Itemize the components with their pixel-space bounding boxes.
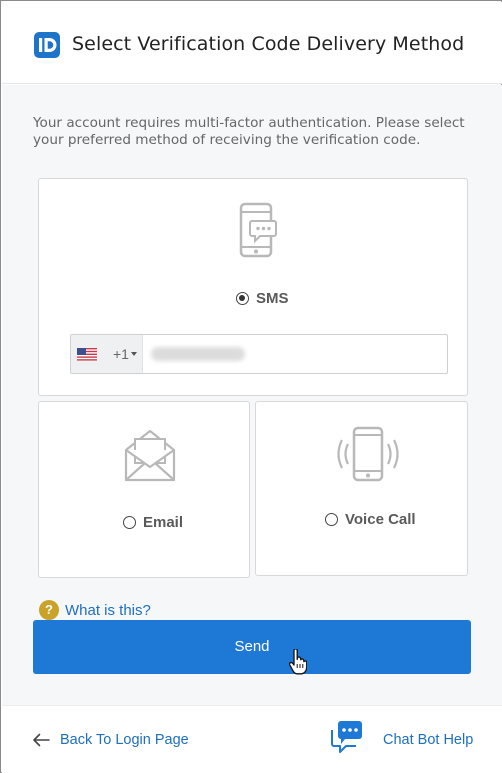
back-to-login-link[interactable]: Back To Login Page: [32, 732, 189, 748]
help-row: ? What is this?: [39, 600, 151, 620]
sms-radio[interactable]: [236, 292, 249, 305]
email-label: Email: [143, 514, 184, 531]
main-content: Your account requires multi-factor authe…: [2, 85, 502, 705]
page-title: Select Verification Code Delivery Method: [72, 33, 465, 55]
voice-call-radio-option[interactable]: Voice Call: [325, 511, 416, 528]
chat-bubble-icon: [331, 721, 362, 753]
email-radio[interactable]: [123, 516, 136, 529]
window-frame: Select Verification Code Delivery Method…: [0, 0, 502, 773]
send-button[interactable]: Send: [33, 620, 471, 674]
sms-label: SMS: [256, 290, 289, 307]
sms-option-card[interactable]: SMS +1: [38, 178, 468, 396]
voice-call-option-card[interactable]: Voice Call: [255, 401, 468, 576]
chevron-down-icon: [131, 352, 137, 356]
phone-number-field[interactable]: +1: [70, 334, 448, 374]
phone-ringing-icon: [337, 426, 399, 482]
intro-text: Your account requires multi-factor authe…: [33, 115, 465, 148]
sms-radio-option[interactable]: SMS: [236, 290, 289, 307]
question-icon: ?: [39, 600, 59, 620]
country-code-select[interactable]: +1: [71, 335, 143, 373]
voice-call-label: Voice Call: [345, 511, 416, 528]
footer: Back To Login Page Chat Bot Help: [2, 705, 502, 773]
header: Select Verification Code Delivery Method: [2, 2, 502, 84]
hand-cursor-icon: [289, 649, 307, 675]
email-radio-option[interactable]: Email: [123, 514, 183, 531]
arrow-left-icon: [33, 733, 50, 747]
envelope-icon: [124, 429, 176, 482]
what-is-this-link[interactable]: What is this?: [65, 602, 151, 619]
email-option-card[interactable]: Email: [38, 401, 250, 578]
back-to-login-label: Back To Login Page: [60, 732, 189, 748]
id-logo-icon: [34, 32, 60, 58]
us-flag-icon: [77, 348, 97, 361]
chat-bot-help-label: Chat Bot Help: [383, 732, 474, 748]
dial-code: +1: [113, 346, 129, 362]
phone-message-icon: [239, 202, 277, 258]
voice-call-radio[interactable]: [325, 513, 338, 526]
chat-bot-help-link[interactable]: Chat Bot Help: [329, 720, 473, 754]
phone-number-obscured[interactable]: [151, 347, 245, 361]
